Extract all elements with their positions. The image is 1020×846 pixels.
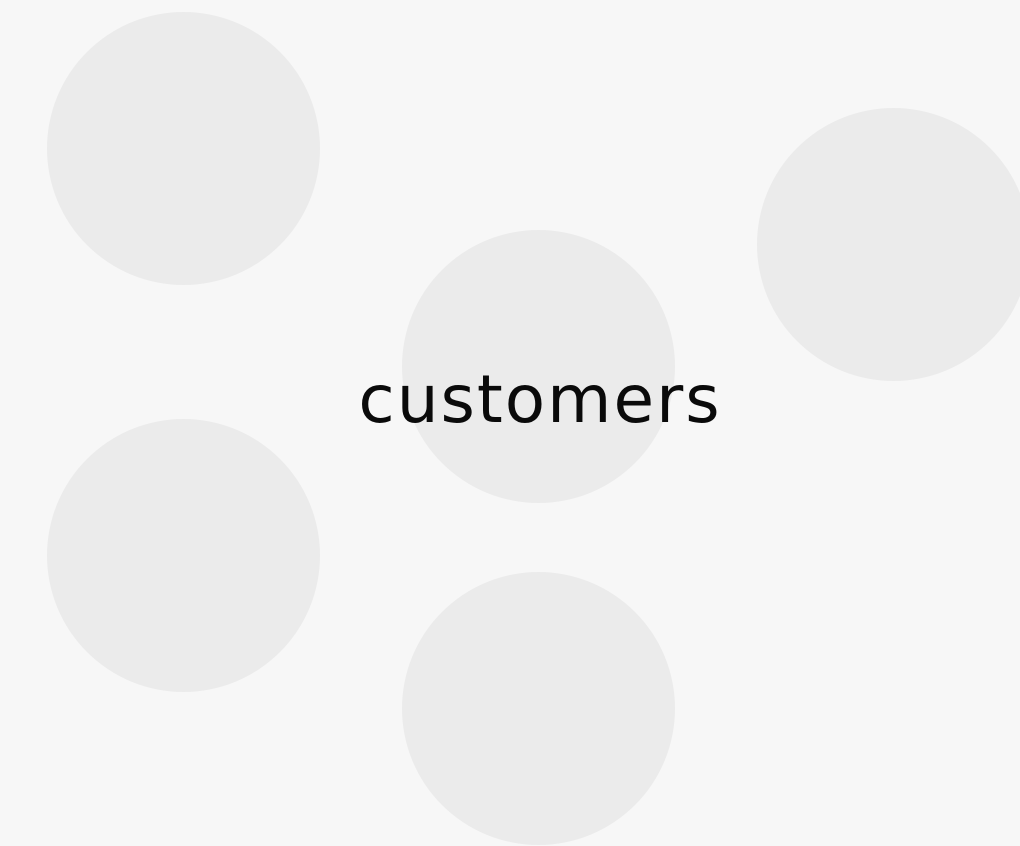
headline: customers xyxy=(358,361,722,438)
decorative-circle xyxy=(757,108,1020,381)
decorative-circle xyxy=(47,12,320,285)
decorative-circle xyxy=(47,419,320,692)
decorative-circle xyxy=(402,572,675,845)
page: customers xyxy=(0,0,1020,846)
